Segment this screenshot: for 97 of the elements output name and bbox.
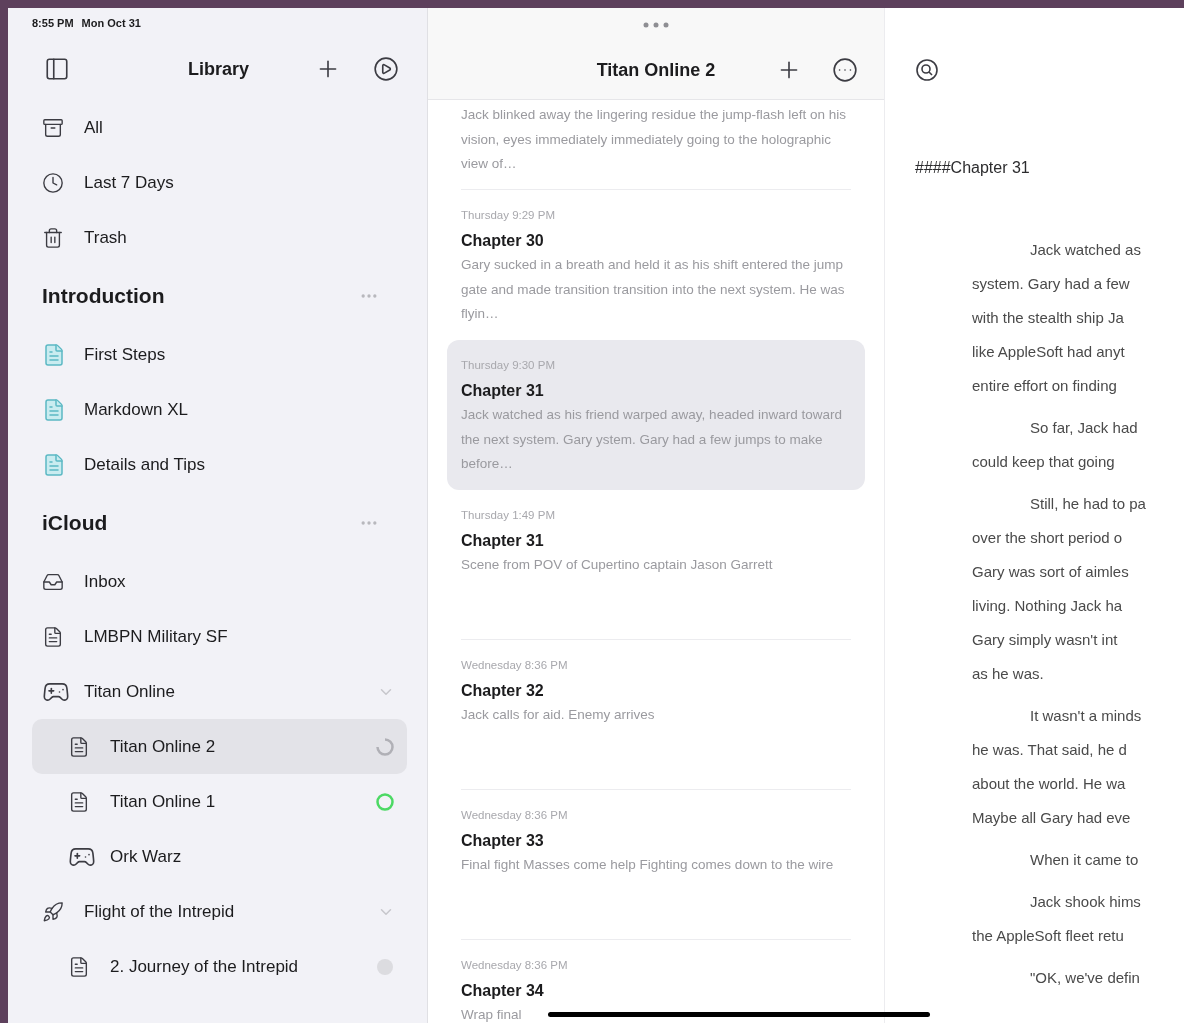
sidebar-item[interactable]: Markdown XL bbox=[32, 382, 407, 437]
manuscript-line: Gary simply wasn't int bbox=[972, 630, 1118, 650]
document-icon bbox=[68, 955, 90, 978]
sidebar-item[interactable]: All bbox=[32, 100, 407, 155]
sidebar-item[interactable]: First Steps bbox=[32, 327, 407, 382]
note-entry[interactable]: Wednesday 8:36 PM Chapter 34 Wrap final bbox=[447, 940, 865, 1023]
note-date: Wednesday 8:36 PM bbox=[461, 658, 569, 673]
sidebar-item[interactable]: Flight of the Intrepid bbox=[32, 884, 407, 939]
note-date: Wednesday 8:36 PM bbox=[461, 808, 569, 823]
document-icon bbox=[42, 342, 66, 367]
sidebar-item[interactable]: Last 7 Days bbox=[32, 155, 407, 210]
note-entry[interactable]: Thursday 9:30 PM Chapter 31 Jack watched as his friend warped away, headed inward toward the next system. Gary ystem. Gary had a few jumps to make before… bbox=[447, 340, 865, 490]
sidebar-item[interactable]: 2. Journey of the Intrepid bbox=[32, 939, 407, 994]
list-title: Titan Online 2 bbox=[596, 58, 716, 82]
trash-icon bbox=[42, 226, 64, 249]
archive-box-icon bbox=[42, 116, 64, 139]
manuscript-line: When it came to bbox=[1030, 850, 1139, 870]
search-icon[interactable] bbox=[915, 58, 939, 82]
sidebar-title: Library bbox=[188, 57, 250, 81]
manuscript-line: Maybe all Gary had eve bbox=[972, 808, 1131, 828]
document-icon bbox=[68, 735, 90, 758]
sidebar-item[interactable]: Trash bbox=[32, 210, 407, 265]
note-title: Chapter 31 bbox=[461, 381, 545, 401]
sidebar-item-label: LMBPN Military SF bbox=[84, 625, 228, 648]
note-title: Chapter 30 bbox=[461, 231, 545, 251]
status-time: 8:55 PM bbox=[32, 15, 74, 31]
multitask-handle-icon[interactable] bbox=[643, 21, 669, 28]
sidebar-item-label: 2. Journey of the Intrepid bbox=[110, 955, 299, 978]
document-icon bbox=[42, 397, 66, 422]
sidebar-item-label: Titan Online 1 bbox=[110, 790, 216, 813]
manuscript-line: with the stealth ship Ja bbox=[972, 308, 1124, 328]
sidebar-item-label: Details and Tips bbox=[84, 453, 205, 476]
sidebar-item-label: First Steps bbox=[84, 343, 166, 366]
sidebar-item[interactable]: Ork Warz bbox=[32, 829, 407, 884]
sidebar-item-label: Markdown XL bbox=[84, 398, 188, 421]
manuscript-line: as he was. bbox=[972, 664, 1044, 684]
sidebar-item-label: Ork Warz bbox=[110, 845, 182, 868]
sidebar-item[interactable]: Titan Online bbox=[32, 664, 407, 719]
note-preview: Jack calls for aid. Enemy arrives bbox=[461, 706, 655, 724]
document-icon bbox=[42, 452, 66, 477]
chapter-heading: ####Chapter 31 bbox=[915, 158, 1031, 178]
note-date: Thursday 1:49 PM bbox=[461, 508, 556, 523]
manuscript-line: It wasn't a minds bbox=[1030, 706, 1142, 726]
document-icon bbox=[42, 625, 64, 648]
note-title: Chapter 33 bbox=[461, 831, 545, 851]
manuscript-line: he was. That said, he d bbox=[972, 740, 1127, 760]
note-entry[interactable]: Thursday 9:29 PM Chapter 30 Gary sucked in a breath and held it as his shift entered the jump gate and made transition transition into the next system. He was flyin… bbox=[447, 190, 865, 340]
note-preview: Jack blinked away the lingering residue the jump-flash left on his vision, eyes immediately immediately going to the holographic view of… bbox=[461, 106, 847, 173]
note-title: Chapter 32 bbox=[461, 681, 545, 701]
note-date: Thursday 9:29 PM bbox=[461, 208, 556, 223]
manuscript-line: Still, he had to pa bbox=[1030, 494, 1146, 514]
manuscript-line: about the world. He wa bbox=[972, 774, 1126, 794]
manuscript-line: could keep that going bbox=[972, 452, 1115, 472]
note-title: Chapter 31 bbox=[461, 531, 545, 551]
sidebar-item-label: All bbox=[84, 116, 103, 139]
sidebar-item[interactable]: Details and Tips bbox=[32, 437, 407, 492]
note-entry[interactable]: Wednesday 8:36 PM Chapter 32 Jack calls for aid. Enemy arrives bbox=[447, 640, 865, 790]
sidebar-item-label: Titan Online 2 bbox=[110, 735, 216, 758]
sidebar-item-label: Inbox bbox=[84, 570, 126, 593]
note-preview: Wrap final bbox=[461, 1006, 522, 1023]
sidebar-item-label: Last 7 Days bbox=[84, 171, 174, 194]
manuscript-line: system. Gary had a few bbox=[972, 274, 1130, 294]
more-circle-icon[interactable] bbox=[832, 57, 858, 84]
manuscript-line: Jack watched as bbox=[1030, 240, 1141, 260]
manuscript-line: living. Nothing Jack ha bbox=[972, 596, 1123, 616]
note-date: Thursday 9:30 PM bbox=[461, 358, 556, 373]
clock-icon bbox=[42, 171, 64, 194]
manuscript-line: entire effort on finding bbox=[972, 376, 1117, 396]
sidebar-item[interactable]: Titan Online 1 bbox=[32, 774, 407, 829]
sidebar-item-label: Flight of the Intrepid bbox=[84, 900, 235, 923]
note-entry[interactable]: Wednesday 8:36 PM Chapter 33 Final fight Masses come help Fighting comes down to the wire bbox=[447, 790, 865, 940]
section-heading: iCloud bbox=[42, 510, 108, 537]
sidebar-item-label: Titan Online bbox=[84, 680, 176, 703]
manuscript-line: the AppleSoft fleet retu bbox=[972, 926, 1124, 946]
sidebar-item[interactable]: Inbox bbox=[32, 554, 407, 609]
note-preview: Jack watched as his friend warped away, headed inward toward the next system. Gary ystem. Gary had a few jumps to make before… bbox=[461, 406, 843, 473]
manuscript-line: over the short period o bbox=[972, 528, 1123, 548]
note-preview: Final fight Masses come help Fighting comes down to the wire bbox=[461, 856, 834, 874]
sidebar-item[interactable]: LMBPN Military SF bbox=[32, 609, 407, 664]
rocket-icon bbox=[42, 900, 64, 923]
play-circle-icon[interactable] bbox=[373, 56, 399, 82]
note-title: Chapter 34 bbox=[461, 981, 545, 1001]
note-entry[interactable]: Thursday 1:49 PM Chapter 31 Scene from POV of Cupertino captain Jason Garrett bbox=[447, 490, 865, 640]
sidebar-toggle-icon[interactable] bbox=[44, 56, 70, 82]
manuscript-line: "OK, we've defin bbox=[1030, 968, 1140, 988]
section-heading: Introduction bbox=[42, 283, 165, 310]
sidebar-item[interactable]: Titan Online 2 bbox=[32, 719, 407, 774]
manuscript-line: like AppleSoft had anyt bbox=[972, 342, 1125, 362]
note-preview: Scene from POV of Cupertino captain Jason Garrett bbox=[461, 556, 773, 574]
manuscript-line: So far, Jack had bbox=[1030, 418, 1138, 438]
status-date: Mon Oct 31 bbox=[81, 15, 141, 31]
manuscript-line: Jack shook hims bbox=[1030, 892, 1141, 912]
note-date: Wednesday 8:36 PM bbox=[461, 958, 569, 973]
sidebar-item-label: Trash bbox=[84, 226, 127, 249]
document-icon bbox=[68, 790, 90, 813]
manuscript-line: Gary was sort of aimles bbox=[972, 562, 1129, 582]
note-preview: Gary sucked in a breath and held it as his shift entered the jump gate and made transition transition into the next system. He was flyin… bbox=[461, 256, 846, 323]
